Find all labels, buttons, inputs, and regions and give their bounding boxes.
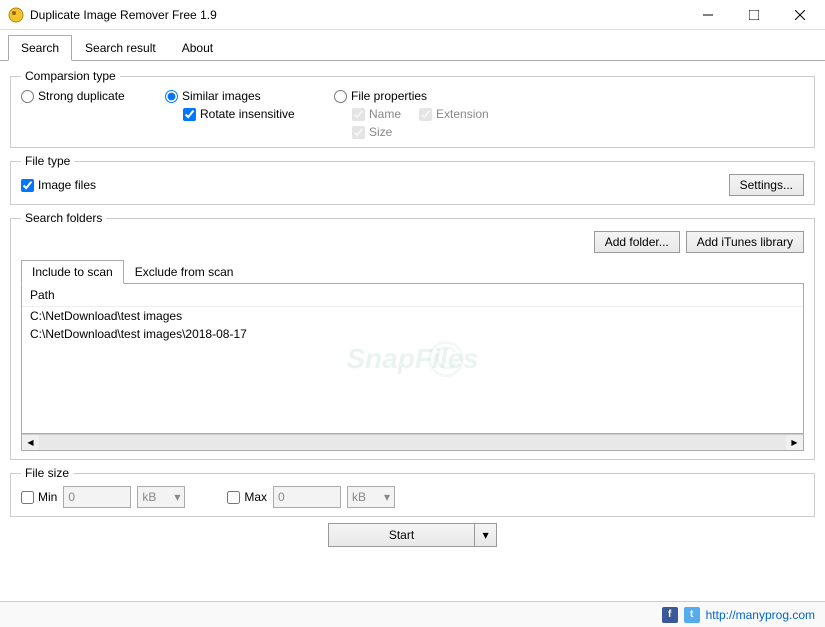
titlebar: Duplicate Image Remover Free 1.9 xyxy=(0,0,825,30)
watermark-icon: C xyxy=(428,341,464,377)
window-title: Duplicate Image Remover Free 1.9 xyxy=(30,8,685,22)
check-rotate-insensitive[interactable]: Rotate insensitive xyxy=(183,107,330,121)
path-list: Path C:\NetDownload\test images C:\NetDo… xyxy=(21,284,804,434)
facebook-icon[interactable]: f xyxy=(662,607,678,623)
path-column-header[interactable]: Path xyxy=(22,284,803,307)
maximize-button[interactable] xyxy=(731,0,777,30)
check-size: Size xyxy=(352,125,534,139)
scroll-track[interactable] xyxy=(39,435,786,450)
scroll-left-arrow[interactable]: ◀ xyxy=(22,435,39,450)
folders-fieldset: Search folders Add folder... Add iTunes … xyxy=(10,211,815,460)
horizontal-scrollbar[interactable]: ◀ ▶ xyxy=(21,434,804,451)
tab-search[interactable]: Search xyxy=(8,35,72,61)
check-extension: Extension xyxy=(419,107,489,121)
start-dropdown-button[interactable]: ▾ xyxy=(475,523,497,547)
check-image-files[interactable]: Image files xyxy=(21,178,96,192)
content-area: Comparsion type Strong duplicate Similar… xyxy=(0,61,825,555)
tab-about[interactable]: About xyxy=(169,35,226,61)
close-button[interactable] xyxy=(777,0,823,30)
minimize-icon xyxy=(703,10,713,20)
folders-legend: Search folders xyxy=(21,211,106,225)
max-unit-select: kB ▾ xyxy=(347,486,395,508)
start-button[interactable]: Start xyxy=(328,523,475,547)
start-row: Start ▾ xyxy=(10,523,815,547)
comparison-fieldset: Comparsion type Strong duplicate Similar… xyxy=(10,69,815,148)
check-name: Name xyxy=(352,107,401,121)
minimize-button[interactable] xyxy=(685,0,731,30)
filesize-fieldset: File size Min kB ▾ Max kB ▾ xyxy=(10,466,815,517)
chevron-down-icon: ▾ xyxy=(483,528,489,542)
tab-search-result[interactable]: Search result xyxy=(72,35,169,61)
filetype-legend: File type xyxy=(21,154,74,168)
check-min[interactable]: Min xyxy=(21,490,57,504)
tab-exclude-scan[interactable]: Exclude from scan xyxy=(124,260,245,284)
scan-tabs: Include to scan Exclude from scan xyxy=(21,259,804,284)
add-itunes-button[interactable]: Add iTunes library xyxy=(686,231,804,253)
settings-button[interactable]: Settings... xyxy=(729,174,804,196)
radio-file-properties[interactable]: File properties xyxy=(334,89,534,103)
watermark-text: SnapFiles xyxy=(346,343,478,375)
app-icon xyxy=(8,7,24,23)
min-value-input xyxy=(63,486,131,508)
radio-strong-duplicate[interactable]: Strong duplicate xyxy=(21,89,161,103)
website-link[interactable]: http://manyprog.com xyxy=(706,608,815,622)
tab-include-scan[interactable]: Include to scan xyxy=(21,260,124,284)
min-unit-select: kB ▾ xyxy=(137,486,185,508)
filesize-legend: File size xyxy=(21,466,73,480)
radio-similar-images[interactable]: Similar images xyxy=(165,89,330,103)
max-value-input xyxy=(273,486,341,508)
add-folder-button[interactable]: Add folder... xyxy=(594,231,680,253)
comparison-legend: Comparsion type xyxy=(21,69,120,83)
twitter-icon[interactable]: t xyxy=(684,607,700,623)
close-icon xyxy=(795,10,805,20)
maximize-icon xyxy=(749,10,759,20)
filetype-fieldset: File type Image files Settings... xyxy=(10,154,815,205)
footer: f t http://manyprog.com xyxy=(0,601,825,627)
chevron-down-icon: ▾ xyxy=(174,490,180,504)
path-row[interactable]: C:\NetDownload\test images\2018-08-17 xyxy=(22,325,803,343)
scroll-right-arrow[interactable]: ▶ xyxy=(786,435,803,450)
path-row[interactable]: C:\NetDownload\test images xyxy=(22,307,803,325)
check-max[interactable]: Max xyxy=(227,490,267,504)
chevron-down-icon: ▾ xyxy=(384,490,390,504)
main-tabs: Search Search result About xyxy=(0,30,825,61)
